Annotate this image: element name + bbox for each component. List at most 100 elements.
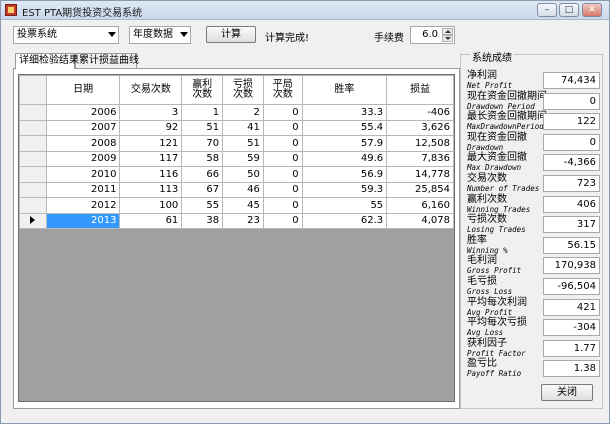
column-header-win-rate[interactable]: 胜率: [301, 75, 388, 105]
table-cell[interactable]: 2013: [45, 212, 121, 229]
column-header-date[interactable]: 日期: [45, 75, 121, 105]
row-selector[interactable]: [19, 135, 47, 152]
table-cell[interactable]: 2008: [45, 135, 121, 152]
table-cell[interactable]: 55.4: [301, 119, 388, 136]
stat-label: 现在资金回撤: [467, 131, 527, 143]
row-selector[interactable]: [19, 119, 47, 136]
column-header-trades[interactable]: 交易次数: [119, 75, 183, 105]
table-cell[interactable]: 3,626: [386, 119, 454, 136]
row-selector[interactable]: [19, 181, 47, 198]
table-cell[interactable]: 0: [262, 135, 303, 152]
table-cell[interactable]: 66: [181, 166, 224, 183]
table-cell[interactable]: 55: [181, 197, 224, 214]
tab-detail-results[interactable]: 详细检验结果: [15, 53, 79, 69]
table-cell[interactable]: 70: [181, 135, 224, 152]
table-cell[interactable]: 59: [222, 150, 264, 167]
table-cell[interactable]: 100: [119, 197, 183, 214]
column-header-wins[interactable]: 赢利 次数: [181, 75, 224, 105]
table-cell[interactable]: 2007: [45, 119, 121, 136]
table-cell[interactable]: 58: [181, 150, 224, 167]
table-row[interactable]: 2011 113 67 46 0 59.3 25,854: [19, 181, 454, 198]
stat-label: 平均每次亏损: [467, 317, 527, 329]
table-cell[interactable]: 1: [181, 104, 224, 121]
spin-down-icon[interactable]: [442, 35, 453, 42]
table-cell[interactable]: 2009: [45, 150, 121, 167]
close-button[interactable]: 关闭: [541, 384, 593, 401]
table-cell[interactable]: 62.3: [301, 212, 388, 229]
stat-label-en: Drawdown Period: [467, 101, 535, 111]
table-cell[interactable]: 0: [262, 197, 303, 214]
table-cell[interactable]: 46: [222, 181, 264, 198]
title-bar[interactable]: EST PTA期货投资交易系统 – □ ✕: [1, 1, 609, 20]
row-selector[interactable]: [19, 104, 47, 121]
table-cell[interactable]: 49.6: [301, 150, 388, 167]
table-cell[interactable]: 38: [181, 212, 224, 229]
table-cell[interactable]: 117: [119, 150, 183, 167]
column-header-ties[interactable]: 平局 次数: [262, 75, 303, 105]
tab-strip: 详细检验结果 累计损益曲线: [15, 53, 465, 69]
fee-spinner[interactable]: 6.0: [410, 26, 455, 44]
stat-label-en: Profit Factor: [467, 348, 526, 358]
table-cell[interactable]: 0: [262, 119, 303, 136]
strategy-select[interactable]: 投票系统: [13, 26, 119, 44]
table-cell[interactable]: 56.9: [301, 166, 388, 183]
table-row[interactable]: 2009 117 58 59 0 49.6 7,836: [19, 150, 454, 167]
period-select[interactable]: 年度数据: [129, 26, 191, 44]
table-cell[interactable]: 92: [119, 119, 183, 136]
table-cell[interactable]: 0: [262, 166, 303, 183]
table-cell[interactable]: 6,160: [386, 197, 454, 214]
table-cell[interactable]: 14,778: [386, 166, 454, 183]
table-cell[interactable]: 2011: [45, 181, 121, 198]
table-cell[interactable]: 55: [301, 197, 388, 214]
table-cell[interactable]: 4,078: [386, 212, 454, 229]
table-cell[interactable]: 0: [262, 181, 303, 198]
table-cell[interactable]: 0: [262, 104, 303, 121]
column-header-losses[interactable]: 亏损 次数: [222, 75, 264, 105]
strategy-select-value: 投票系统: [17, 29, 57, 40]
row-selector[interactable]: [19, 197, 47, 214]
minimize-button[interactable]: –: [537, 3, 557, 17]
table-cell[interactable]: 2006: [45, 104, 121, 121]
table-row[interactable]: 2008 121 70 51 0 57.9 12,508: [19, 135, 454, 152]
table-row[interactable]: 2012 100 55 45 0 55 6,160: [19, 197, 454, 214]
table-row[interactable]: 2010 116 66 50 0 56.9 14,778: [19, 166, 454, 183]
table-cell[interactable]: 67: [181, 181, 224, 198]
maximize-button[interactable]: □: [559, 3, 579, 17]
table-cell[interactable]: 2010: [45, 166, 121, 183]
spin-up-icon[interactable]: [442, 28, 453, 35]
table-cell[interactable]: 45: [222, 197, 264, 214]
table-cell[interactable]: 25,854: [386, 181, 454, 198]
table-cell[interactable]: 2: [222, 104, 264, 121]
table-cell[interactable]: 41: [222, 119, 264, 136]
table-cell[interactable]: 0: [262, 212, 303, 229]
tab-cumulative-pnl[interactable]: 累计损益曲线: [75, 53, 139, 68]
row-selector[interactable]: [19, 150, 47, 167]
table-cell[interactable]: 57.9: [301, 135, 388, 152]
row-selector[interactable]: [19, 166, 47, 183]
table-cell[interactable]: 7,836: [386, 150, 454, 167]
table-cell[interactable]: 61: [119, 212, 183, 229]
column-header-pnl[interactable]: 损益: [386, 75, 454, 105]
stat-row: 最大资金回撤 Max Drawdown -4,366: [467, 153, 601, 173]
table-cell[interactable]: 51: [181, 119, 224, 136]
table-row[interactable]: 2006 3 1 2 0 33.3 -406: [19, 104, 454, 121]
table-cell[interactable]: 12,508: [386, 135, 454, 152]
table-cell[interactable]: 59.3: [301, 181, 388, 198]
table-cell[interactable]: 23: [222, 212, 264, 229]
table-cell[interactable]: 121: [119, 135, 183, 152]
table-cell[interactable]: -406: [386, 104, 454, 121]
results-grid[interactable]: 日期 交易次数 赢利 次数 亏损 次数 平局 次数 胜率 损益 2006 3 1 2 0…: [18, 74, 455, 402]
table-cell[interactable]: 116: [119, 166, 183, 183]
table-cell[interactable]: 0: [262, 150, 303, 167]
table-row[interactable]: 2007 92 51 41 0 55.4 3,626: [19, 119, 454, 136]
table-row[interactable]: 2013 61 38 23 0 62.3 4,078: [19, 212, 454, 229]
table-cell[interactable]: 51: [222, 135, 264, 152]
table-cell[interactable]: 3: [119, 104, 183, 121]
calculate-button[interactable]: 计算: [206, 26, 256, 43]
table-cell[interactable]: 113: [119, 181, 183, 198]
row-selector[interactable]: [19, 212, 47, 229]
table-cell[interactable]: 50: [222, 166, 264, 183]
table-cell[interactable]: 33.3: [301, 104, 388, 121]
close-window-button[interactable]: ✕: [582, 3, 602, 17]
table-cell[interactable]: 2012: [45, 197, 121, 214]
